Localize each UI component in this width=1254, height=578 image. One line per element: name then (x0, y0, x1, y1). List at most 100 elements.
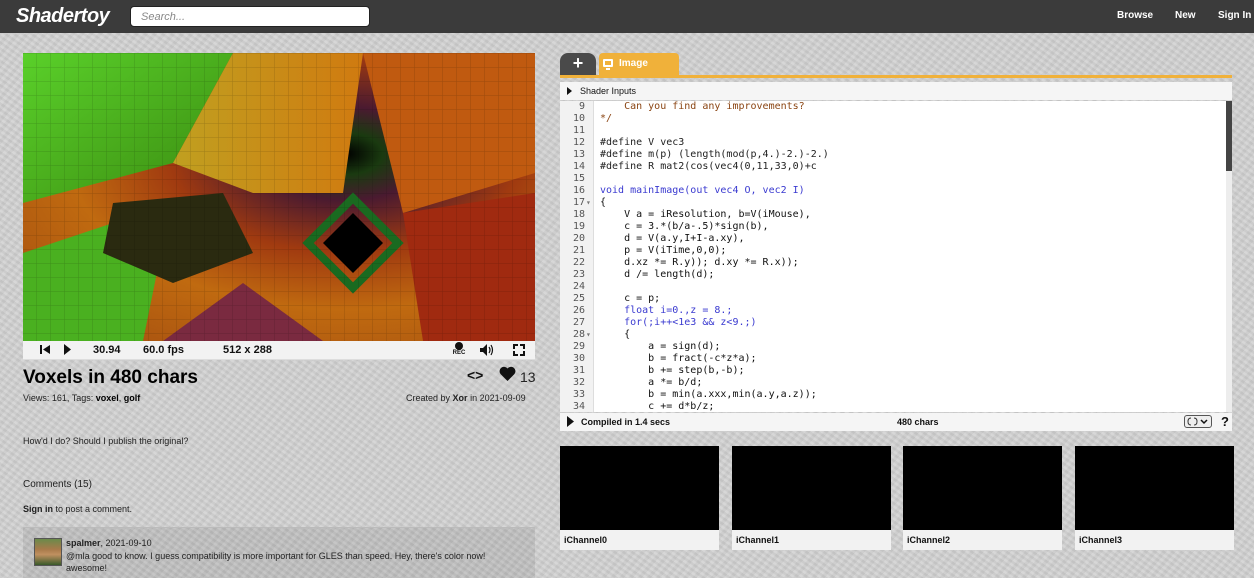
code-line[interactable]: 15 (560, 173, 1220, 185)
monitor-icon (603, 59, 613, 70)
line-number: 25 (572, 293, 585, 304)
code-line[interactable]: 20 d = V(a.y,I+I-a.xy), (560, 233, 1220, 245)
code-line[interactable]: 17 ▾ { (560, 197, 1220, 209)
comment-text: @mla good to know. I guess compatibility… (66, 551, 486, 573)
code-line[interactable]: 28 ▾ { (560, 329, 1220, 341)
code-line[interactable]: 31 b += step(b,-b); (560, 365, 1220, 377)
code-line[interactable]: 29 a = sign(d); (560, 341, 1220, 353)
settings-dropdown[interactable] (1184, 415, 1212, 428)
top-bar: Shadertoy Browse New Sign In (0, 0, 1254, 33)
code-text: c = 3.*(b/a-.5)*sign(b), (600, 221, 769, 232)
channel-preview[interactable] (903, 446, 1062, 530)
code-line[interactable]: 33 b = min(a.xxx,min(a.y,a.z)); (560, 389, 1220, 401)
add-tab-button[interactable]: + (560, 53, 596, 75)
code-text: d = V(a.y,I+I-a.xy), (600, 233, 745, 244)
code-line[interactable]: 25 c = p; (560, 293, 1220, 305)
avatar[interactable] (34, 538, 62, 566)
fullscreen-icon[interactable] (513, 344, 525, 359)
line-number: 26 (572, 305, 585, 316)
code-text: { (600, 329, 631, 340)
heart-icon[interactable] (499, 366, 516, 384)
volume-icon[interactable] (480, 344, 494, 359)
fold-marker-icon[interactable]: ▾ (586, 197, 591, 209)
scrollbar-thumb[interactable] (1226, 101, 1232, 171)
code-line[interactable]: 22 d.xz *= R.y)); d.xy *= R.x)); (560, 257, 1220, 269)
line-number: 32 (572, 377, 585, 388)
author-link[interactable]: Xor (453, 393, 468, 403)
code-text: #define R mat2(cos(vec4(0,11,33,0)+c (600, 161, 817, 172)
help-button[interactable]: ? (1221, 414, 1229, 429)
comment-item: spalmer, 2021-09-10 @mla good to know. I… (23, 527, 535, 578)
code-text: #define m(p) (length(mod(p,4.)-2.)-2.) (600, 149, 829, 160)
code-line[interactable]: 10 */ (560, 113, 1220, 125)
code-text: b += step(b,-b); (600, 365, 745, 376)
code-line[interactable]: 16 void mainImage(out vec4 O, vec2 I) (560, 185, 1220, 197)
code-line[interactable]: 26 float i=0.,z = 8.; (560, 305, 1220, 317)
line-number: 15 (572, 173, 585, 184)
code-line[interactable]: 24 (560, 281, 1220, 293)
code-line[interactable]: 12 #define V vec3 (560, 137, 1220, 149)
comment-user-link[interactable]: spalmer (66, 538, 101, 548)
fps-readout: 60.0 fps (143, 344, 184, 356)
comment-signin-link[interactable]: Sign in (23, 504, 53, 514)
code-line[interactable]: 27 for(;i++<1e3 && z<9.;) (560, 317, 1220, 329)
line-number: 34 (572, 401, 585, 412)
line-number: 31 (572, 365, 585, 376)
line-number: 12 (572, 137, 585, 148)
line-number: 27 (572, 317, 585, 328)
expand-arrow-icon (567, 87, 572, 97)
rewind-icon[interactable] (40, 344, 51, 358)
code-line[interactable]: 34 c += d*b/z; (560, 401, 1220, 412)
tab-image[interactable]: Image (599, 53, 679, 75)
code-editor[interactable]: 9 Can you find any improvements? 10 */11 12… (560, 101, 1232, 412)
shader-inputs-bar[interactable]: Shader Inputs (560, 82, 1232, 100)
comment-meta: spalmer, 2021-09-10 (66, 538, 152, 548)
line-number: 17 (572, 197, 585, 208)
channel-3[interactable]: iChannel3 (1075, 446, 1234, 550)
channel-preview[interactable] (732, 446, 891, 530)
char-count: 480 chars (897, 417, 939, 427)
code-line[interactable]: 11 (560, 125, 1220, 137)
fold-marker-icon[interactable]: ▾ (586, 329, 591, 341)
channel-preview[interactable] (1075, 446, 1234, 530)
code-line[interactable]: 19 c = 3.*(b/a-.5)*sign(b), (560, 221, 1220, 233)
line-number: 19 (572, 221, 585, 232)
line-number: 20 (572, 233, 585, 244)
nav-browse-link[interactable]: Browse (1117, 10, 1153, 21)
shader-canvas[interactable] (23, 53, 535, 341)
code-line[interactable]: 23 d /= length(d); (560, 269, 1220, 281)
nav-signin-link[interactable]: Sign In (1218, 10, 1251, 21)
channel-preview[interactable] (560, 446, 719, 530)
compile-play-icon[interactable] (567, 416, 574, 429)
code-text: void mainImage(out vec4 O, vec2 I) (600, 185, 805, 196)
channel-2[interactable]: iChannel2 (903, 446, 1062, 550)
code-embed-icon[interactable]: <> (467, 367, 483, 383)
channel-0[interactable]: iChannel0 (560, 446, 719, 550)
code-line[interactable]: 30 b = fract(-c*z*a); (560, 353, 1220, 365)
shader-title: Voxels in 480 chars (23, 367, 198, 388)
code-line[interactable]: 32 a *= b/d; (560, 377, 1220, 389)
nav-new-link[interactable]: New (1175, 10, 1196, 21)
code-line[interactable]: 21 p = V(iTime,0,0); (560, 245, 1220, 257)
tag-golf[interactable]: golf (124, 393, 141, 403)
search-input[interactable] (130, 6, 370, 27)
code-line[interactable]: 9 Can you find any improvements? (560, 101, 1220, 113)
code-text: float i=0.,z = 8.; (600, 305, 733, 316)
code-text: a = sign(d); (600, 341, 721, 352)
shadertoy-logo[interactable]: Shadertoy (16, 5, 110, 28)
code-line[interactable]: 14 #define R mat2(cos(vec4(0,11,33,0)+c (560, 161, 1220, 173)
tab-image-label: Image (619, 58, 648, 69)
record-button[interactable]: REC (451, 342, 467, 357)
code-line[interactable]: 18 V a = iResolution, b=V(iMouse), (560, 209, 1220, 221)
line-number: 9 (578, 101, 585, 112)
line-number: 13 (572, 149, 585, 160)
line-number: 30 (572, 353, 585, 364)
channel-1[interactable]: iChannel1 (732, 446, 891, 550)
line-number: 14 (572, 161, 585, 172)
tag-voxel[interactable]: voxel (96, 393, 119, 403)
views-tags: Views: 161, Tags: voxel, golf (23, 393, 141, 403)
code-line[interactable]: 13 #define m(p) (length(mod(p,4.)-2.)-2.) (560, 149, 1220, 161)
play-icon[interactable] (63, 344, 72, 358)
line-number: 29 (572, 341, 585, 352)
channel-label: iChannel3 (1079, 535, 1123, 545)
